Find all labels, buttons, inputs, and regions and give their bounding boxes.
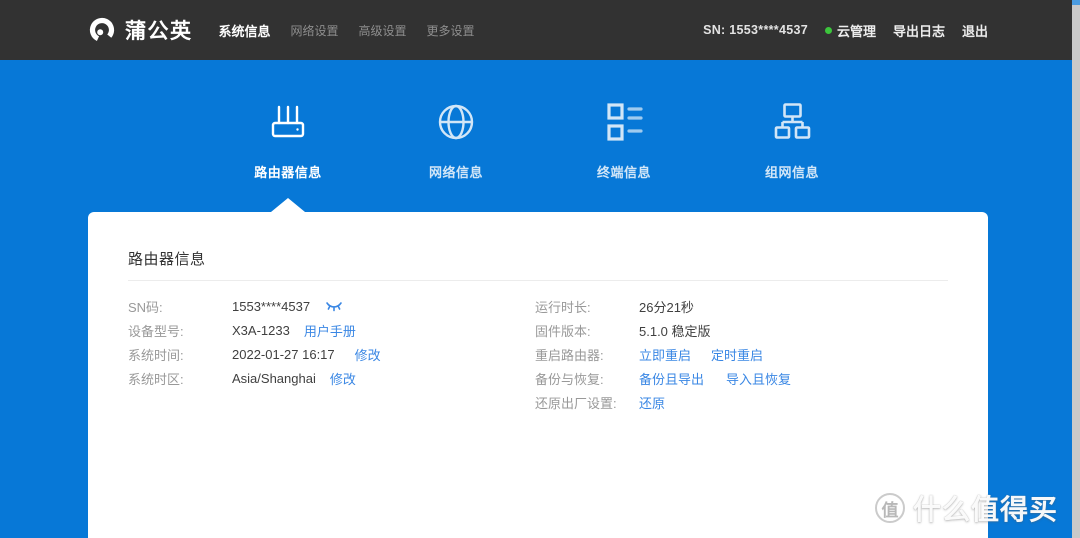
row-backup-restore: 备份与恢复: 备份且导出 导入且恢复 xyxy=(535,366,948,390)
row-reboot: 重启路由器: 立即重启 定时重启 xyxy=(535,342,948,366)
row-factory-reset: 还原出厂设置: 还原 xyxy=(535,390,948,414)
tab-label: 网络信息 xyxy=(428,165,483,180)
vertical-scrollbar[interactable] xyxy=(1072,0,1080,538)
tab-network-info[interactable]: 网络信息 xyxy=(396,94,516,212)
brand-name: 蒲公英 xyxy=(125,20,193,43)
header-right: SN: 1553****4537 云管理 导出日志 退出 xyxy=(703,21,988,40)
row-label: 设备型号: xyxy=(128,323,184,339)
dandelion-logo-icon xyxy=(88,16,116,44)
tab-router-info[interactable]: 路由器信息 xyxy=(228,94,348,212)
export-log-button[interactable]: 导出日志 xyxy=(893,21,945,40)
tab-terminal-info[interactable]: 终端信息 xyxy=(564,94,684,212)
logout-button[interactable]: 退出 xyxy=(962,21,988,40)
nav-item-network-settings[interactable]: 网络设置 xyxy=(291,22,339,39)
row-uptime: 运行时长: 26分21秒 xyxy=(535,294,948,318)
router-admin-page: 蒲公英 系统信息 网络设置 高级设置 更多设置 SN: 1553****4537… xyxy=(0,0,1080,538)
row-device-model: 设备型号: X3A-1233 用户手册 xyxy=(128,318,535,342)
main-nav: 系统信息 网络设置 高级设置 更多设置 xyxy=(219,21,475,40)
uptime-value: 26分21秒 xyxy=(639,299,694,315)
device-model-value: X3A-1233 xyxy=(232,322,290,338)
row-label: 重启路由器: xyxy=(535,347,604,363)
nav-item-system-info[interactable]: 系统信息 xyxy=(219,21,271,40)
firmware-value: 5.1.0 稳定版 xyxy=(639,323,711,339)
row-firmware: 固件版本: 5.1.0 稳定版 xyxy=(535,318,948,342)
import-restore-link[interactable]: 导入且恢复 xyxy=(726,369,791,388)
row-label: 系统时间: xyxy=(128,347,184,363)
backup-export-link[interactable]: 备份且导出 xyxy=(639,369,704,388)
tab-label: 终端信息 xyxy=(596,165,651,180)
cloud-manage-label: 云管理 xyxy=(836,23,876,39)
network-topology-icon xyxy=(768,94,816,146)
row-sn: SN码: 1553****4537 xyxy=(128,294,535,318)
info-tab-bar: 路由器信息 网络信息 终端信息 组网信息 xyxy=(0,60,1080,212)
scheduled-reboot-link[interactable]: 定时重启 xyxy=(711,345,763,364)
modify-timezone-link[interactable]: 修改 xyxy=(330,369,356,388)
row-label: 系统时区: xyxy=(128,371,184,387)
cloud-manage-button[interactable]: 云管理 xyxy=(824,21,876,40)
row-timezone: 系统时区: Asia/Shanghai 修改 xyxy=(128,366,535,390)
row-label: 还原出厂设置: xyxy=(535,395,617,411)
header-inner: 蒲公英 系统信息 网络设置 高级设置 更多设置 SN: 1553****4537… xyxy=(88,0,988,60)
top-header-bar: 蒲公英 系统信息 网络设置 高级设置 更多设置 SN: 1553****4537… xyxy=(0,0,1080,60)
globe-icon xyxy=(432,94,480,146)
router-info-card: 路由器信息 SN码: 1553****4537 设备型号: X3A-1233 用… xyxy=(88,212,988,538)
reboot-now-link[interactable]: 立即重启 xyxy=(639,345,691,364)
router-icon xyxy=(264,94,312,146)
nav-item-advanced-settings[interactable]: 高级设置 xyxy=(359,22,407,39)
terminal-list-icon xyxy=(600,94,648,146)
card-divider xyxy=(128,280,948,281)
row-label: 运行时长: xyxy=(535,299,591,315)
timezone-value: Asia/Shanghai xyxy=(232,370,316,386)
row-system-time: 系统时间: 2022-01-27 16:17 修改 xyxy=(128,342,535,366)
row-label: SN码: xyxy=(128,299,163,315)
info-column-right: 运行时长: 26分21秒 固件版本: 5.1.0 稳定版 重启路由器: 立即重启… xyxy=(535,294,948,414)
scrollbar-thumb[interactable] xyxy=(1072,0,1080,5)
row-label: 固件版本: xyxy=(535,323,591,339)
tab-label: 路由器信息 xyxy=(254,165,322,180)
modify-time-link[interactable]: 修改 xyxy=(355,345,381,364)
online-status-dot-icon xyxy=(824,26,832,34)
sn-value: 1553****4537 xyxy=(232,298,311,314)
eye-closed-icon[interactable] xyxy=(325,300,343,313)
active-tab-pointer xyxy=(271,198,305,212)
factory-reset-link[interactable]: 还原 xyxy=(639,393,665,412)
system-time-value: 2022-01-27 16:17 xyxy=(232,346,335,362)
info-columns: SN码: 1553****4537 设备型号: X3A-1233 用户手册 系统… xyxy=(128,294,948,414)
card-title: 路由器信息 xyxy=(128,251,206,268)
nav-item-more-settings[interactable]: 更多设置 xyxy=(427,22,475,39)
row-label: 备份与恢复: xyxy=(535,371,604,387)
tab-networking-info[interactable]: 组网信息 xyxy=(732,94,852,212)
header-sn-label: SN: 1553****4537 xyxy=(703,23,808,37)
info-column-left: SN码: 1553****4537 设备型号: X3A-1233 用户手册 系统… xyxy=(128,294,535,414)
user-manual-link[interactable]: 用户手册 xyxy=(304,321,356,340)
brand-logo: 蒲公英 xyxy=(88,15,193,45)
tab-label: 组网信息 xyxy=(764,165,819,180)
